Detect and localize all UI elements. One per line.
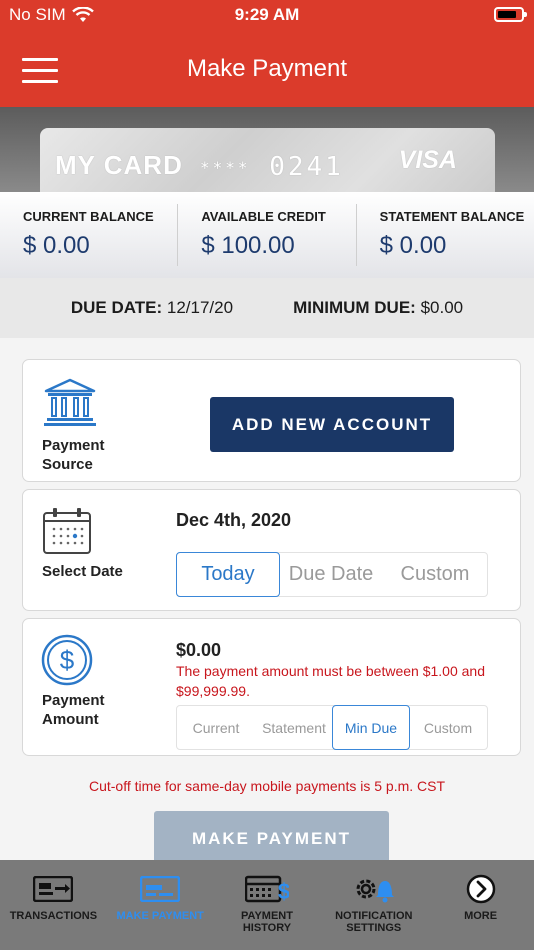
selected-date: Dec 4th, 2020 [176,510,292,530]
cutoff-notice: Cut-off time for same-day mobile payment… [88,778,446,794]
select-date-panel: Select Date Dec 4th, 2020 Today Due Date… [22,489,521,611]
card-name: MY CARD [55,150,183,180]
date-segmented-control: Today Due Date Custom [176,552,488,597]
due-date-value: 12/17/20 [166,298,234,317]
tab-notification-settings[interactable]: NOTIFICATION SETTINGS [320,860,427,950]
amount-segmented-control: Current Statement Min Due Custom [176,705,488,750]
label-line: Source [42,456,93,473]
svg-text:$: $ [278,879,289,903]
label-line: Amount [42,711,99,728]
card-last4: 0241 [269,152,344,182]
status-bar: No SIM 9:29 AM [0,0,534,30]
minimum-due-value: $0.00 [420,298,464,317]
clock: 9:29 AM [234,5,300,24]
tab-label: MORE [464,910,498,922]
date-option-today[interactable]: Today [176,552,280,597]
amount-option-current[interactable]: Current [177,706,255,749]
minimum-due: MINIMUM DUE: $0.00 [293,298,463,318]
amount-option-custom[interactable]: Custom [409,706,487,749]
amount-option-statement[interactable]: Statement [255,706,333,749]
card-mask: **** [200,158,251,177]
current-balance: CURRENT BALANCE $ 0.00 [0,204,179,266]
due-date-label: DUE DATE: [70,298,163,317]
tab-transactions[interactable]: TRANSACTIONS [0,860,107,950]
add-new-account-button[interactable]: ADD NEW ACCOUNT [210,397,454,452]
amount-option-min-due[interactable]: Min Due [332,705,410,750]
credit-card-image: MY CARD **** 0241 VISA [40,128,495,192]
label-line: Payment [42,437,105,454]
tab-label: MAKE PAYMENT [116,910,204,922]
tab-bar: TRANSACTIONS MAKE PAYMENT $ PAYMENT HIST… [0,860,534,950]
tab-label: PAYMENT HISTORY [241,910,293,934]
balance-label: AVAILABLE CREDIT [201,209,326,224]
notification-settings-icon [356,879,394,903]
balances-row: CURRENT BALANCE $ 0.00 AVAILABLE CREDIT … [0,192,534,278]
date-option-due-date[interactable]: Due Date [279,553,383,596]
dollar-circle-icon: $ [41,634,93,686]
tab-more[interactable]: MORE [427,860,534,950]
bank-icon [44,378,96,426]
amount-error-message: The payment amount must be between $1.00… [176,663,485,699]
balance-value: $ 100.00 [201,232,295,259]
calendar-icon [43,508,91,554]
visa-logo: VISA [398,146,457,174]
balance-value: $ 0.00 [379,232,447,259]
card-number: **** 0241 [200,152,344,182]
card-payment-icon [140,876,181,902]
label-line: Payment [42,692,105,709]
date-option-custom[interactable]: Custom [383,553,487,596]
payment-amount-label: Payment Amount [42,691,105,729]
tab-make-payment[interactable]: MAKE PAYMENT [107,860,214,950]
svg-text:$: $ [60,645,75,675]
tab-label: TRANSACTIONS [9,910,98,922]
payment-source-label: Payment Source [42,436,105,474]
payment-amount-value: $0.00 [176,640,222,660]
transactions-icon [33,876,74,902]
make-payment-button[interactable]: MAKE PAYMENT [154,811,389,867]
statement-balance: STATEMENT BALANCE $ 0.00 [357,204,534,266]
available-credit: AVAILABLE CREDIT $ 100.00 [178,204,357,266]
tab-label: NOTIFICATION SETTINGS [335,910,413,934]
balance-label: CURRENT BALANCE [23,209,154,224]
payment-history-icon: $ [244,875,289,903]
tab-payment-history[interactable]: $ PAYMENT HISTORY [214,860,321,950]
nav-bar: Make Payment [0,30,534,107]
chevron-right-circle-icon [466,874,495,904]
battery-icon [494,7,527,22]
minimum-due-label: MINIMUM DUE: [293,298,416,317]
payment-source-panel: Payment Source ADD NEW ACCOUNT [22,359,521,482]
page-title: Make Payment [186,55,348,82]
due-date: DUE DATE: 12/17/20 [71,298,233,318]
balance-value: $ 0.00 [23,232,90,259]
due-info-row: DUE DATE: 12/17/20 MINIMUM DUE: $0.00 [0,278,534,338]
payment-amount-panel: $ Payment Amount $0.00 The payment amoun… [22,618,521,756]
balance-label: STATEMENT BALANCE [379,209,525,224]
card-banner: MY CARD **** 0241 VISA [0,107,534,192]
select-date-label: Select Date [42,563,123,580]
